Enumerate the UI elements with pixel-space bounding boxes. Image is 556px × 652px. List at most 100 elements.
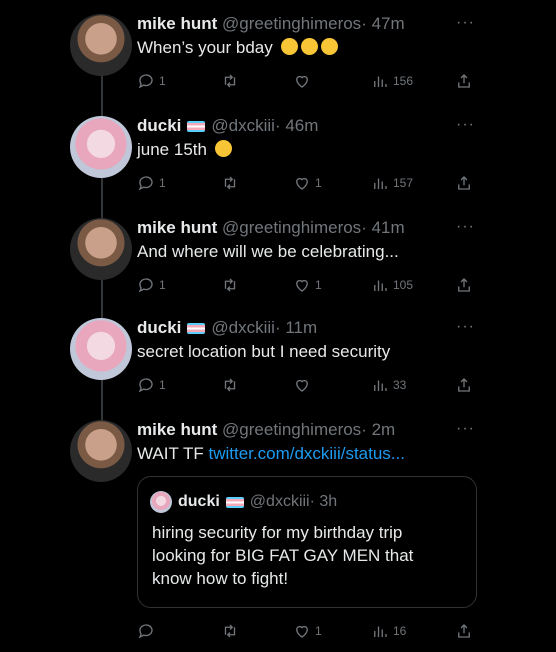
- quoted-text-line: hiring security for my birthday trip: [152, 523, 403, 542]
- timestamp[interactable]: · 11m: [275, 318, 317, 337]
- quoted-tweet[interactable]: ducki @dxckiii· 3h hiring security for my…: [137, 476, 477, 608]
- avatar[interactable]: [70, 318, 132, 380]
- more-icon[interactable]: ···: [456, 420, 475, 438]
- heart-icon: [296, 75, 308, 88]
- trans-flag-icon: [187, 323, 206, 335]
- timestamp[interactable]: · 41m: [361, 218, 404, 237]
- views-count: 156: [393, 74, 414, 88]
- tweet-header: mike hunt @greetinghimeros· 47m: [137, 14, 405, 34]
- share-icon: [458, 378, 470, 392]
- views-count: 105: [393, 278, 414, 292]
- retweet-button[interactable]: [221, 622, 239, 640]
- retweet-icon: [224, 278, 236, 292]
- views-icon: [374, 380, 387, 391]
- retweet-button[interactable]: [221, 72, 239, 90]
- views-button[interactable]: 16: [371, 622, 406, 640]
- handle[interactable]: @dxckiii: [211, 318, 275, 337]
- avatar[interactable]: [70, 218, 132, 280]
- retweet-icon: [224, 624, 236, 638]
- views-button[interactable]: 156: [371, 72, 413, 90]
- more-icon[interactable]: ···: [456, 116, 475, 134]
- quoted-display-name: ducki: [178, 493, 220, 511]
- timestamp[interactable]: · 46m: [275, 116, 318, 135]
- tweet-text: When’s your bday: [137, 38, 338, 58]
- reply-icon: [138, 378, 153, 393]
- more-icon[interactable]: ···: [456, 14, 475, 32]
- share-icon: [458, 176, 470, 190]
- quoted-timestamp: · 3h: [309, 493, 338, 511]
- more-icon[interactable]: ···: [456, 318, 475, 336]
- heart-icon: [296, 177, 308, 190]
- share-button[interactable]: [455, 72, 473, 90]
- tweet-link[interactable]: twitter.com/dxckiii/status...: [208, 444, 405, 463]
- tweet-text-content: WAIT TF: [137, 444, 204, 463]
- share-icon: [458, 278, 470, 292]
- reply-count: 1: [159, 74, 166, 88]
- more-icon[interactable]: ···: [456, 218, 475, 236]
- views-icon: [374, 178, 387, 189]
- action-bar: 1 156: [137, 72, 477, 92]
- reply-button[interactable]: 1: [137, 174, 166, 192]
- display-name[interactable]: mike hunt: [137, 14, 217, 33]
- reply-icon: [138, 624, 153, 639]
- tweet-header: mike hunt @greetinghimeros· 2m: [137, 420, 395, 440]
- reply-count: 1: [159, 278, 166, 292]
- grinning-emoji-icon: [280, 38, 298, 55]
- timestamp[interactable]: · 47m: [361, 14, 404, 33]
- hand-over-mouth-emoji-icon: [214, 140, 232, 157]
- share-button[interactable]: [455, 622, 473, 640]
- views-button[interactable]: 105: [371, 276, 413, 294]
- reply-button[interactable]: [137, 622, 159, 640]
- tweet-header: ducki @dxckiii· 11m: [137, 318, 317, 338]
- quoted-tweet-text: hiring security for my birthday trip loo…: [152, 521, 413, 590]
- like-button[interactable]: [293, 376, 315, 394]
- avatar[interactable]: [70, 14, 132, 76]
- like-button[interactable]: [293, 72, 315, 90]
- retweet-button[interactable]: [221, 376, 239, 394]
- reply-button[interactable]: 1: [137, 276, 166, 294]
- share-icon: [458, 74, 470, 88]
- display-name[interactable]: ducki: [137, 116, 181, 135]
- like-button[interactable]: 1: [293, 622, 322, 640]
- views-button[interactable]: 157: [371, 174, 413, 192]
- views-count: 16: [393, 624, 407, 638]
- tweet-text-content: june 15th: [137, 140, 207, 159]
- retweet-button[interactable]: [221, 276, 239, 294]
- quoted-handle: @dxckiii: [249, 493, 310, 511]
- handle[interactable]: @greetinghimeros: [222, 218, 361, 237]
- display-name[interactable]: mike hunt: [137, 420, 217, 439]
- heart-icon: [296, 625, 308, 638]
- action-bar: 1 1 105: [137, 276, 477, 296]
- views-icon: [374, 626, 387, 637]
- share-button[interactable]: [455, 174, 473, 192]
- tweet-text: secret location but I need security: [137, 342, 391, 361]
- tweet-header: ducki @dxckiii· 46m: [137, 116, 318, 136]
- timestamp[interactable]: · 2m: [361, 420, 395, 439]
- handle[interactable]: @dxckiii: [211, 116, 275, 135]
- tweet-text: WAIT TF twitter.com/dxckiii/status...: [137, 444, 405, 464]
- reply-count: 1: [159, 378, 166, 392]
- like-button[interactable]: 1: [293, 276, 322, 294]
- like-button[interactable]: 1: [293, 174, 322, 192]
- like-count: 1: [315, 176, 322, 190]
- display-name[interactable]: mike hunt: [137, 218, 217, 237]
- tweet-text: And where will we be celebrating...: [137, 242, 399, 261]
- reply-button[interactable]: 1: [137, 376, 166, 394]
- views-button[interactable]: 33: [371, 376, 406, 394]
- avatar[interactable]: [70, 116, 132, 178]
- retweet-button[interactable]: [221, 174, 239, 192]
- handle[interactable]: @greetinghimeros: [222, 420, 361, 439]
- reply-button[interactable]: 1: [137, 72, 166, 90]
- display-name[interactable]: ducki: [137, 318, 181, 337]
- tweet-text-content: When’s your bday: [137, 38, 273, 57]
- quoted-avatar: [150, 491, 172, 513]
- trans-flag-icon: [187, 121, 206, 133]
- share-button[interactable]: [455, 376, 473, 394]
- reply-icon: [138, 74, 153, 89]
- share-button[interactable]: [455, 276, 473, 294]
- reply-icon: [138, 278, 153, 293]
- handle[interactable]: @greetinghimeros: [222, 14, 361, 33]
- like-count: 1: [315, 624, 322, 638]
- avatar[interactable]: [70, 420, 132, 482]
- grinning-emoji-icon: [320, 38, 338, 55]
